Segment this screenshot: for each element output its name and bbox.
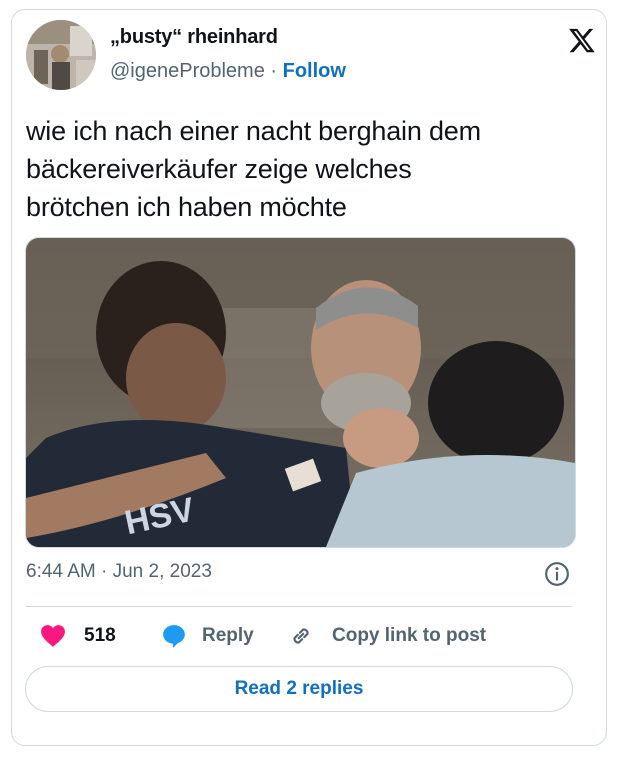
copy-link-label: Copy link to post xyxy=(332,625,487,646)
reply-button[interactable]: Reply xyxy=(160,619,254,653)
avatar[interactable] xyxy=(26,20,96,90)
read-replies-button[interactable]: Read 2 replies xyxy=(25,666,573,712)
tweet-text-line: bäckereiverkäufer zeige welches xyxy=(26,154,412,184)
tweet-text: wie ich nach einer nacht berghain dem bä… xyxy=(26,112,566,226)
author-name[interactable]: „busty“ rheinhard xyxy=(110,26,278,49)
like-count: 518 xyxy=(84,625,116,646)
divider xyxy=(26,606,572,607)
speech-bubble-icon xyxy=(163,625,185,648)
link-icon xyxy=(293,628,309,644)
reply-label: Reply xyxy=(202,625,254,646)
tweet-media-image[interactable]: HSV xyxy=(25,237,576,548)
follow-button[interactable]: Follow xyxy=(283,60,346,82)
like-button[interactable]: 518 xyxy=(40,619,116,653)
tweet-text-line: wie ich nach einer nacht berghain dem xyxy=(26,116,481,146)
x-logo-icon[interactable] xyxy=(568,26,596,54)
heart-icon xyxy=(41,625,65,647)
separator: · xyxy=(264,60,283,82)
copy-link-button[interactable]: Copy link to post xyxy=(288,619,486,653)
handle-row: @igeneProbleme · Follow xyxy=(110,60,346,83)
tweet-timestamp[interactable]: 6:44 AM · Jun 2, 2023 xyxy=(26,561,212,583)
tweet-text-line: brötchen ich haben möchte xyxy=(26,192,347,222)
info-icon[interactable] xyxy=(544,561,570,587)
author-handle[interactable]: @igeneProbleme xyxy=(110,60,265,82)
action-bar: 518 Reply Copy link to post xyxy=(26,619,572,653)
